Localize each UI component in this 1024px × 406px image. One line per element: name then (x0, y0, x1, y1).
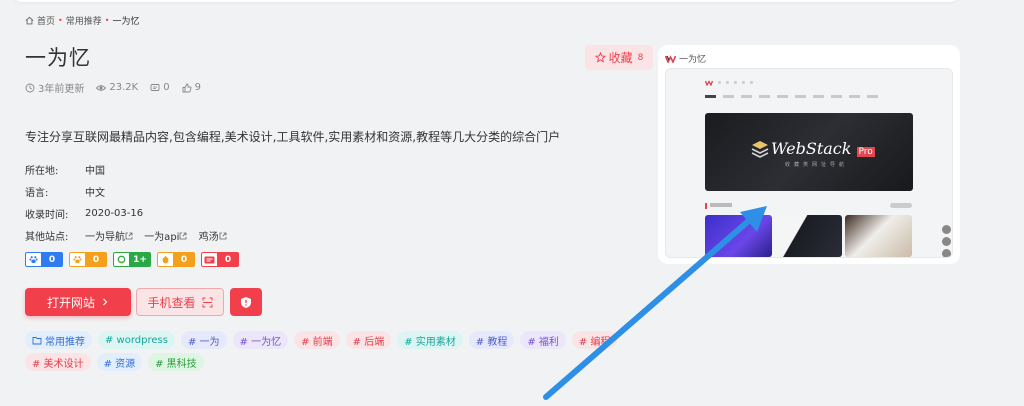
annotation-arrow (543, 206, 767, 400)
